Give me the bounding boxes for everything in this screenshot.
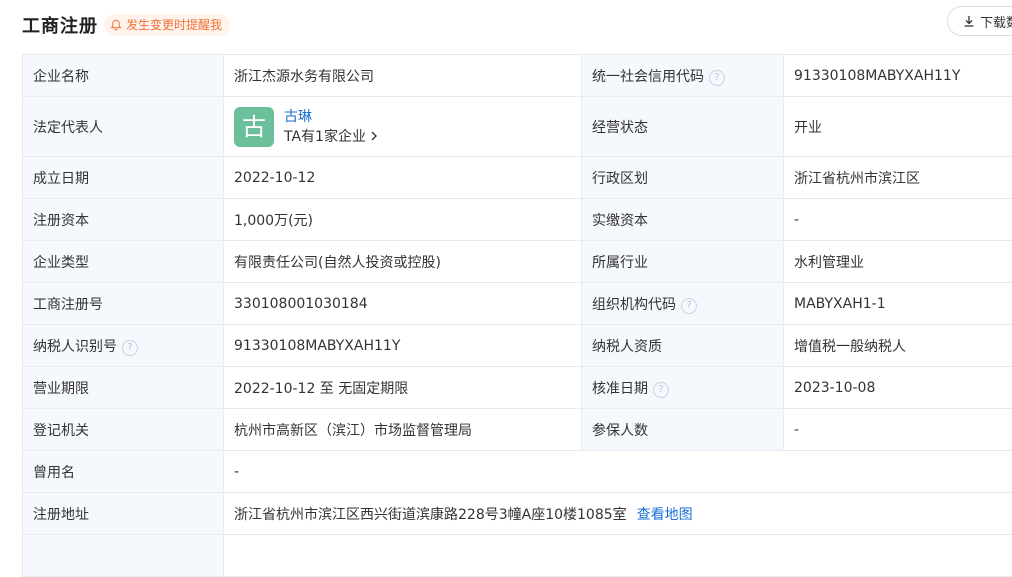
table-row: 注册资本 1,000万(元) 实缴资本 - [23, 199, 1012, 241]
download-label: 下载数 [980, 12, 1012, 31]
label-taxpayer-id: 纳税人识别号? [23, 325, 224, 367]
label-company-name: 企业名称 [23, 55, 224, 97]
table-row: 成立日期 2022-10-12 行政区划 浙江省杭州市滨江区 [23, 157, 1012, 199]
business-registration-table: 企业名称 浙江杰源水务有限公司 统一社会信用代码? 91330108MABYXA… [22, 54, 1012, 577]
value-registration-authority: 杭州市高新区（滨江）市场监督管理局 [224, 409, 582, 451]
question-circle-icon[interactable]: ? [709, 70, 725, 86]
value-registered-capital: 1,000万(元) [224, 199, 582, 241]
question-circle-icon[interactable]: ? [122, 340, 138, 356]
label-company-type: 企业类型 [23, 241, 224, 283]
table-row: 法定代表人 古 古琳 TA有1家企业 经营状态 开业 [23, 97, 1012, 157]
label-credit-code: 统一社会信用代码? [582, 55, 784, 97]
value-admin-region: 浙江省杭州市滨江区 [784, 157, 1012, 199]
value-org-code: MABYXAH1-1 [784, 283, 1012, 325]
table-row: 工商注册号 330108001030184 组织机构代码? MABYXAH1-1 [23, 283, 1012, 325]
chevron-right-icon [370, 127, 378, 147]
label-operating-status: 经营状态 [582, 97, 784, 157]
table-row: 曾用名 - [23, 451, 1012, 493]
label-legal-rep: 法定代表人 [23, 97, 224, 157]
value-taxpayer-qualification: 增值税一般纳税人 [784, 325, 1012, 367]
value-insured-count: - [784, 409, 1012, 451]
table-row: 企业名称 浙江杰源水务有限公司 统一社会信用代码? 91330108MABYXA… [23, 55, 1012, 97]
label-registration-number: 工商注册号 [23, 283, 224, 325]
label-paid-capital: 实缴资本 [582, 199, 784, 241]
value-taxpayer-id: 91330108MABYXAH11Y [224, 325, 582, 367]
download-icon [962, 14, 976, 28]
label-org-code: 组织机构代码? [582, 283, 784, 325]
label-registration-authority: 登记机关 [23, 409, 224, 451]
label-admin-region: 行政区划 [582, 157, 784, 199]
change-alert-label: 发生变更时提醒我 [126, 14, 222, 36]
table-row [23, 535, 1012, 577]
value-next-row [224, 535, 1012, 577]
value-industry: 水利管理业 [784, 241, 1012, 283]
label-business-term: 营业期限 [23, 367, 224, 409]
value-company-type: 有限责任公司(自然人投资或控股) [224, 241, 582, 283]
legal-rep-companies-text: TA有1家企业 [284, 127, 366, 147]
table-row: 注册地址 浙江省杭州市滨江区西兴街道滨康路228号3幢A座10楼1085室查看地… [23, 493, 1012, 535]
label-org-code-text: 组织机构代码 [592, 297, 676, 313]
value-credit-code: 91330108MABYXAH11Y [784, 55, 1012, 97]
value-founded-date: 2022-10-12 [224, 157, 582, 199]
value-business-term: 2022-10-12 至 无固定期限 [224, 367, 582, 409]
value-operating-status: 开业 [784, 97, 1012, 157]
legal-rep-name-link[interactable]: 古琳 [284, 107, 378, 127]
bell-icon [110, 19, 122, 31]
label-former-name: 曾用名 [23, 451, 224, 493]
value-legal-rep: 古 古琳 TA有1家企业 [224, 97, 582, 157]
value-former-name: - [224, 451, 1012, 493]
value-paid-capital: - [784, 199, 1012, 241]
section-header: 工商注册 发生变更时提醒我 下载数 [0, 0, 1012, 52]
question-circle-icon[interactable]: ? [653, 382, 669, 398]
value-registered-address: 浙江省杭州市滨江区西兴街道滨康路228号3幢A座10楼1085室查看地图 [224, 493, 1012, 535]
label-taxpayer-qualification: 纳税人资质 [582, 325, 784, 367]
section-title: 工商注册 [22, 12, 98, 38]
avatar[interactable]: 古 [234, 107, 274, 147]
label-founded-date: 成立日期 [23, 157, 224, 199]
legal-rep-companies-link[interactable]: TA有1家企业 [284, 127, 378, 147]
table-row: 登记机关 杭州市高新区（滨江）市场监督管理局 参保人数 - [23, 409, 1012, 451]
label-taxpayer-id-text: 纳税人识别号 [33, 339, 117, 355]
label-registered-address: 注册地址 [23, 493, 224, 535]
label-approval-date: 核准日期? [582, 367, 784, 409]
registered-address-text: 浙江省杭州市滨江区西兴街道滨康路228号3幢A座10楼1085室 [234, 507, 627, 523]
table-row: 企业类型 有限责任公司(自然人投资或控股) 所属行业 水利管理业 [23, 241, 1012, 283]
label-credit-code-text: 统一社会信用代码 [592, 69, 704, 85]
label-industry: 所属行业 [582, 241, 784, 283]
change-alert-button[interactable]: 发生变更时提醒我 [104, 14, 230, 36]
view-map-link[interactable]: 查看地图 [637, 507, 693, 523]
download-button[interactable]: 下载数 [947, 6, 1012, 36]
label-registered-capital: 注册资本 [23, 199, 224, 241]
table-row: 纳税人识别号? 91330108MABYXAH11Y 纳税人资质 增值税一般纳税… [23, 325, 1012, 367]
label-next-row [23, 535, 224, 577]
label-insured-count: 参保人数 [582, 409, 784, 451]
table-row: 营业期限 2022-10-12 至 无固定期限 核准日期? 2023-10-08 [23, 367, 1012, 409]
value-company-name: 浙江杰源水务有限公司 [224, 55, 582, 97]
value-approval-date: 2023-10-08 [784, 367, 1012, 409]
question-circle-icon[interactable]: ? [681, 298, 697, 314]
label-approval-date-text: 核准日期 [592, 381, 648, 397]
value-registration-number: 330108001030184 [224, 283, 582, 325]
